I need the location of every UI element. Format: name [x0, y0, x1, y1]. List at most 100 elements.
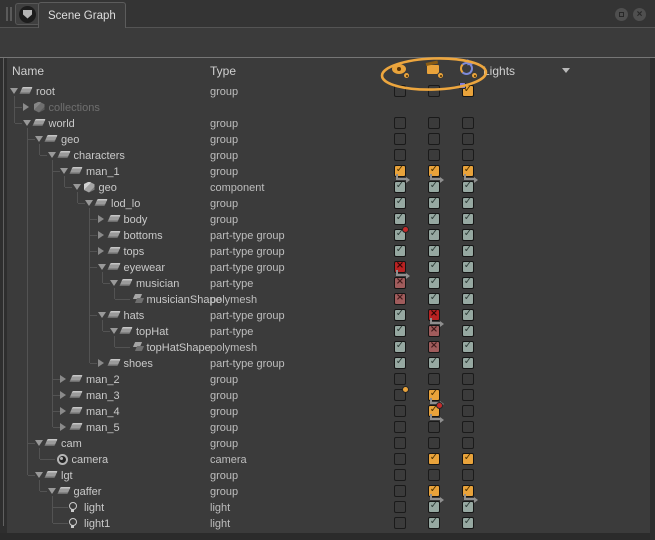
live-render-working-set-checkbox[interactable]: ✓ — [462, 501, 474, 513]
render-working-set-checkbox[interactable]: ✓ — [428, 405, 440, 417]
render-working-set-checkbox[interactable]: ✓ — [428, 517, 440, 529]
live-render-working-set-checkbox[interactable]: ✓ — [462, 485, 474, 497]
pane-type-button[interactable] — [15, 3, 40, 25]
tree-row-musicianShape[interactable]: musicianShapepolymesh×✓✓ — [0, 291, 655, 307]
live-render-working-set-checkbox[interactable]: ✓ — [462, 181, 474, 193]
left-scrollbar[interactable] — [0, 58, 7, 540]
render-working-set-checkbox[interactable]: ✓ — [428, 213, 440, 225]
render-working-set-checkbox[interactable]: ✓ — [428, 181, 440, 193]
viewer-visibility-checkbox[interactable]: ✓ — [394, 165, 406, 177]
viewer-visibility-checkbox[interactable]: ✓ — [394, 245, 406, 257]
tree-row-body[interactable]: bodygroup✓✓✓ — [0, 211, 655, 227]
tree-row-world[interactable]: worldgroup — [0, 115, 655, 131]
expand-arrow[interactable] — [60, 391, 66, 399]
live-render-working-set-checkbox[interactable]: ✓ — [462, 277, 474, 289]
expand-arrow[interactable] — [23, 103, 29, 111]
live-render-working-set-icon[interactable] — [459, 61, 477, 78]
tree-row-man_5[interactable]: man_5group — [0, 419, 655, 435]
expand-arrow[interactable] — [35, 136, 43, 142]
render-working-set-checkbox[interactable]: ✓ — [428, 501, 440, 513]
viewer-visibility-checkbox[interactable]: × — [394, 277, 406, 289]
tree-row-topHat[interactable]: topHatpart-type✓×✓ — [0, 323, 655, 339]
render-working-set-checkbox[interactable] — [428, 149, 440, 161]
tree-row-man_1[interactable]: man_1group✓✓✓ — [0, 163, 655, 179]
expand-arrow[interactable] — [98, 359, 104, 367]
lights-dropdown-label[interactable]: Lights — [483, 64, 515, 78]
viewer-visibility-checkbox[interactable] — [394, 501, 406, 513]
live-render-working-set-checkbox[interactable]: ✓ — [462, 165, 474, 177]
tree-row-man_4[interactable]: man_4group✓ — [0, 403, 655, 419]
expand-arrow[interactable] — [48, 488, 56, 494]
render-working-set-checkbox[interactable]: ✓ — [428, 245, 440, 257]
live-render-working-set-checkbox[interactable]: ✓ — [462, 309, 474, 321]
live-render-working-set-checkbox[interactable]: ✓ — [462, 453, 474, 465]
render-working-set-checkbox[interactable] — [428, 133, 440, 145]
viewer-visibility-checkbox[interactable] — [394, 485, 406, 497]
live-render-working-set-checkbox[interactable]: ✓ — [462, 197, 474, 209]
live-render-working-set-checkbox[interactable]: ✓ — [462, 517, 474, 529]
expand-arrow[interactable] — [98, 247, 104, 255]
expand-arrow[interactable] — [35, 440, 43, 446]
tree-row-light[interactable]: lightlight✓✓ — [0, 499, 655, 515]
viewer-visibility-icon[interactable] — [391, 61, 409, 78]
viewer-visibility-checkbox[interactable]: ✓ — [394, 341, 406, 353]
render-working-set-checkbox[interactable]: ✓ — [428, 389, 440, 401]
viewer-visibility-checkbox[interactable] — [394, 469, 406, 481]
live-render-working-set-checkbox[interactable]: ✓ — [462, 325, 474, 337]
tree-row-root[interactable]: rootgroup✓ — [0, 83, 655, 99]
tree-row-lod_lo[interactable]: lod_logroup✓✓✓ — [0, 195, 655, 211]
expand-arrow[interactable] — [35, 472, 43, 478]
tree-row-geo[interactable]: geocomponent✓✓✓ — [0, 179, 655, 195]
expand-arrow[interactable] — [48, 152, 56, 158]
live-render-working-set-checkbox[interactable]: ✓ — [462, 229, 474, 241]
viewer-visibility-checkbox[interactable]: ✓ — [394, 309, 406, 321]
live-render-working-set-checkbox[interactable]: ✓ — [462, 341, 474, 353]
tree-row-camera[interactable]: cameracamera✓✓ — [0, 451, 655, 467]
tree-row-characters[interactable]: charactersgroup — [0, 147, 655, 163]
tree-row-eyewear[interactable]: eyewearpart-type group×✓✓ — [0, 259, 655, 275]
viewer-visibility-checkbox[interactable] — [394, 149, 406, 161]
viewer-visibility-checkbox[interactable]: ✓ — [394, 181, 406, 193]
tree-row-geo[interactable]: geogroup — [0, 131, 655, 147]
viewer-visibility-checkbox[interactable] — [394, 117, 406, 129]
float-pane-button[interactable] — [615, 8, 628, 21]
render-working-set-checkbox[interactable]: ✓ — [428, 261, 440, 273]
expand-arrow[interactable] — [23, 120, 31, 126]
live-render-working-set-checkbox[interactable] — [462, 421, 474, 433]
render-working-set-checkbox[interactable] — [428, 373, 440, 385]
live-render-working-set-checkbox[interactable] — [462, 437, 474, 449]
expand-arrow[interactable] — [98, 312, 106, 318]
viewer-visibility-checkbox[interactable]: ✓ — [394, 229, 406, 241]
chevron-down-icon[interactable] — [562, 68, 570, 73]
expand-arrow[interactable] — [98, 231, 104, 239]
expand-arrow[interactable] — [110, 328, 118, 334]
viewer-visibility-checkbox[interactable]: × — [394, 293, 406, 305]
viewer-visibility-checkbox[interactable] — [394, 373, 406, 385]
tree-row-hats[interactable]: hatspart-type group✓×✓ — [0, 307, 655, 323]
expand-arrow[interactable] — [60, 423, 66, 431]
render-working-set-checkbox[interactable] — [428, 421, 440, 433]
render-working-set-checkbox[interactable]: ✓ — [428, 293, 440, 305]
expand-arrow[interactable] — [10, 88, 18, 94]
live-render-working-set-checkbox[interactable]: ✓ — [462, 357, 474, 369]
viewer-visibility-checkbox[interactable]: ✓ — [394, 197, 406, 209]
tree-row-topHatShape[interactable]: topHatShapepolymesh✓×✓ — [0, 339, 655, 355]
render-working-set-checkbox[interactable]: ✓ — [428, 485, 440, 497]
render-working-set-checkbox[interactable] — [428, 117, 440, 129]
viewer-visibility-checkbox[interactable]: ✓ — [394, 213, 406, 225]
tree-row-light1[interactable]: light1light✓✓ — [0, 515, 655, 531]
live-render-working-set-checkbox[interactable]: ✓ — [462, 245, 474, 257]
render-working-set-checkbox[interactable]: × — [428, 309, 440, 321]
expand-arrow[interactable] — [73, 184, 81, 190]
expand-arrow[interactable] — [60, 375, 66, 383]
live-render-working-set-checkbox[interactable] — [462, 373, 474, 385]
viewer-visibility-checkbox[interactable] — [394, 421, 406, 433]
tree-row-gaffer[interactable]: gaffergroup✓✓ — [0, 483, 655, 499]
render-working-set-checkbox[interactable]: ✓ — [428, 197, 440, 209]
live-render-working-set-checkbox[interactable]: ✓ — [462, 213, 474, 225]
tree-row-lgt[interactable]: lgtgroup — [0, 467, 655, 483]
viewer-visibility-checkbox[interactable] — [394, 437, 406, 449]
viewer-visibility-checkbox[interactable]: ✓ — [394, 325, 406, 337]
tree-row-bottoms[interactable]: bottomspart-type group✓✓✓ — [0, 227, 655, 243]
expand-arrow[interactable] — [110, 280, 118, 286]
